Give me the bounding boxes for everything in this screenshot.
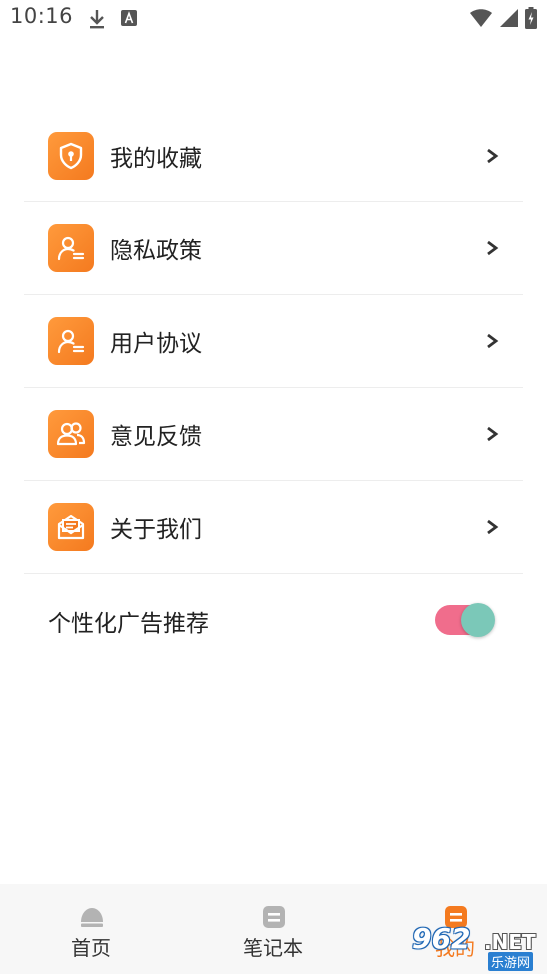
- status-indicators: [469, 7, 537, 33]
- home-icon: [79, 904, 105, 930]
- users-icon: [48, 410, 94, 458]
- status-time: 10:16: [10, 4, 74, 28]
- battery-icon: [525, 7, 537, 33]
- menu-item-label: 用户协议: [110, 331, 202, 357]
- shield-icon: [48, 132, 94, 180]
- notebook-icon: [261, 904, 287, 930]
- menu-item-privacy-policy[interactable]: 隐私政策: [24, 202, 523, 295]
- tab-home[interactable]: 首页: [0, 884, 182, 974]
- signal-icon: [499, 8, 519, 32]
- personalized-ads-label: 个性化广告推荐: [48, 611, 209, 637]
- menu-item-user-agreement[interactable]: 用户协议: [24, 295, 523, 388]
- a-icon: [121, 10, 137, 30]
- mail-icon: [48, 503, 94, 551]
- user-doc-icon: [48, 317, 94, 365]
- user-doc-icon: [48, 224, 94, 272]
- watermark-sub: 乐游网: [488, 952, 534, 971]
- chevron-right-icon: [485, 426, 499, 442]
- chevron-right-icon: [485, 240, 499, 256]
- download-icon: [88, 8, 106, 34]
- menu-item-label: 我的收藏: [110, 146, 202, 172]
- menu-item-label: 隐私政策: [110, 238, 202, 264]
- settings-menu: 我的收藏 隐私政策 用户协议 意见反馈 关于我们: [24, 111, 523, 574]
- menu-item-about-us[interactable]: 关于我们: [24, 481, 523, 574]
- tab-label: 首页: [71, 936, 111, 960]
- tab-label: 笔记本: [243, 936, 303, 960]
- watermark-number: 962: [412, 922, 471, 955]
- menu-item-label: 意见反馈: [110, 424, 202, 450]
- status-bar: 10:16: [0, 0, 547, 38]
- personalized-ads-toggle[interactable]: [435, 603, 495, 637]
- chevron-right-icon: [485, 519, 499, 535]
- wifi-icon: [469, 8, 493, 32]
- chevron-right-icon: [485, 333, 499, 349]
- tab-notebook[interactable]: 笔记本: [182, 884, 364, 974]
- toggle-knob: [461, 603, 495, 637]
- watermark-logo: 962 .NET 乐游网: [410, 922, 542, 971]
- menu-item-favorites[interactable]: 我的收藏: [24, 111, 523, 202]
- personalized-ads-setting: 个性化广告推荐: [24, 574, 523, 666]
- menu-item-feedback[interactable]: 意见反馈: [24, 388, 523, 481]
- chevron-right-icon: [485, 148, 499, 164]
- watermark-suffix: .NET: [484, 930, 536, 954]
- menu-item-label: 关于我们: [110, 517, 202, 543]
